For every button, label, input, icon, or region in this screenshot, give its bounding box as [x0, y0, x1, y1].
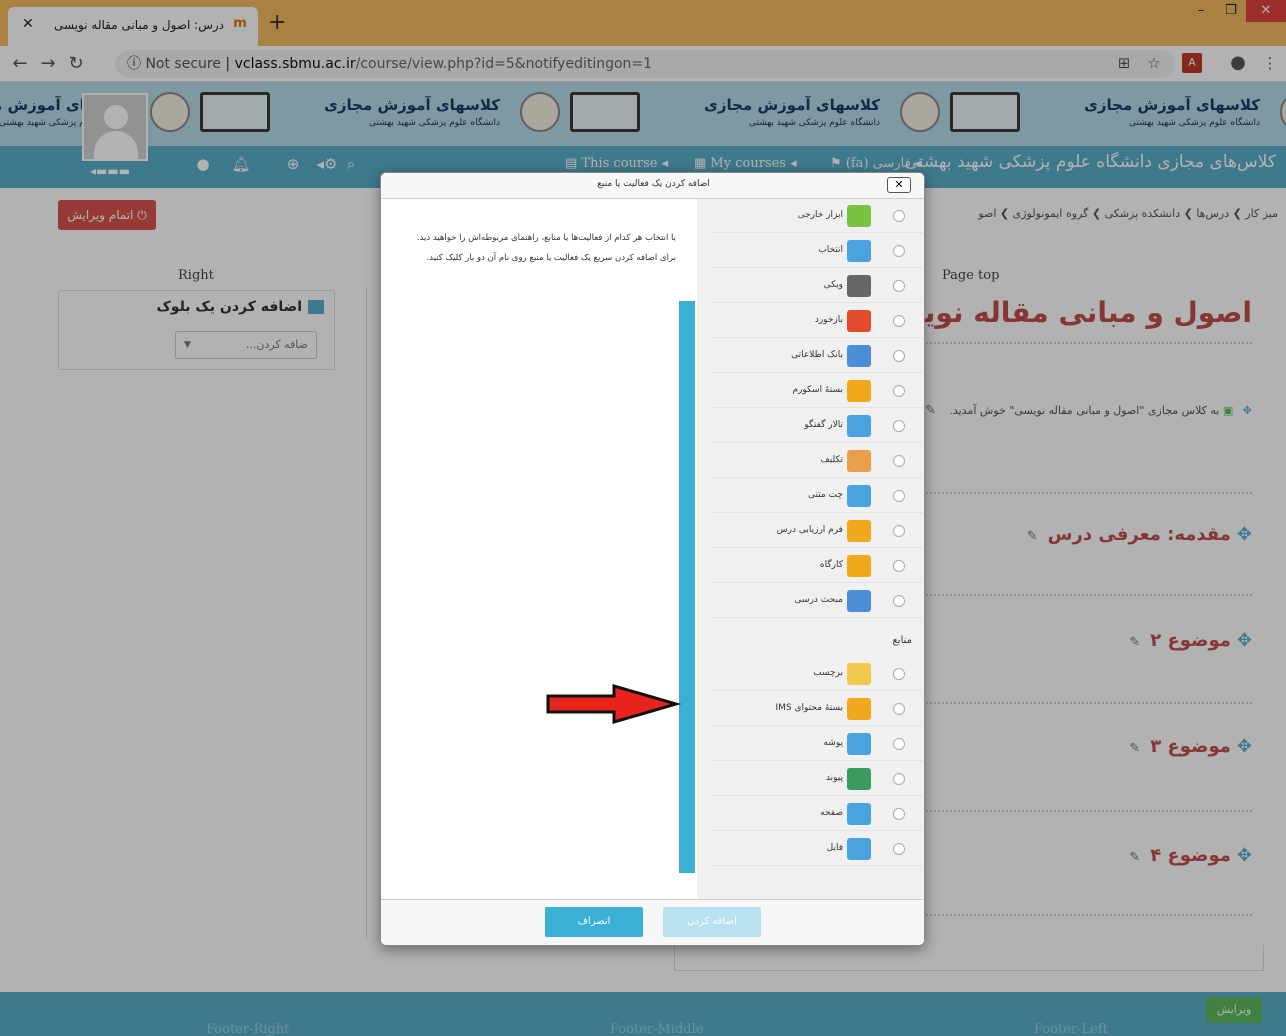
- red-arrow-icon: [546, 684, 682, 724]
- radio-button[interactable]: [893, 420, 905, 432]
- puzzle-icon: [847, 205, 871, 227]
- megaphone-icon: [847, 310, 871, 332]
- dialog-footer: [381, 899, 924, 945]
- ims-package-icon: [847, 698, 871, 720]
- resources-heading: منابع: [892, 635, 912, 646]
- radio-button[interactable]: [893, 560, 905, 572]
- activity-option-label: بستهٔ اسکورم: [792, 385, 843, 395]
- activity-option[interactable]: مبحث درسی: [713, 584, 923, 618]
- url-icon: [847, 768, 871, 790]
- activity-option[interactable]: بستهٔ محتوای IMS: [713, 692, 923, 726]
- activity-option-label: پوشه: [823, 738, 843, 748]
- dialog-title: اضافه کردن یک فعالیت یا منبع: [597, 179, 710, 189]
- activity-option-label: چت متنی: [807, 490, 843, 500]
- activity-option[interactable]: ویکی: [713, 269, 923, 303]
- activity-option[interactable]: بستهٔ اسکورم: [713, 374, 923, 408]
- page-icon: [847, 803, 871, 825]
- question-icon: [847, 240, 871, 262]
- activity-option-label: تکلیف: [820, 455, 844, 465]
- radio-button[interactable]: [893, 490, 905, 502]
- folder-icon: [847, 733, 871, 755]
- activity-option-label: فرم ارزیابی درس: [776, 525, 843, 535]
- scroll-highlight-bar: [679, 301, 695, 873]
- radio-button[interactable]: [893, 595, 905, 607]
- radio-button[interactable]: [893, 455, 905, 467]
- activity-option-label: بستهٔ محتوای IMS: [775, 703, 843, 713]
- activity-option[interactable]: ابزار خارجی: [713, 199, 923, 233]
- activity-option-label: فایل: [826, 843, 843, 853]
- lesson-icon: [847, 590, 871, 612]
- file-icon: [847, 838, 871, 860]
- activity-option[interactable]: انتخاب: [713, 234, 923, 268]
- activity-option-label: کارگاه: [819, 560, 843, 570]
- radio-button[interactable]: [893, 808, 905, 820]
- survey-icon: [847, 520, 871, 542]
- activity-option[interactable]: برچسب: [713, 657, 923, 691]
- activity-option[interactable]: فرم ارزیابی درس: [713, 514, 923, 548]
- activity-option[interactable]: بانک اطلاعاتی: [713, 339, 923, 373]
- add-button[interactable]: اضافه کردن: [663, 907, 761, 937]
- activity-option-label: ابزار خارجی: [797, 210, 843, 220]
- chat-icon: [847, 485, 871, 507]
- activity-option[interactable]: چت متنی: [713, 479, 923, 513]
- activity-option-label: ویکی: [823, 280, 843, 290]
- radio-button[interactable]: [893, 315, 905, 327]
- activity-option[interactable]: پوشه: [713, 727, 923, 761]
- radio-button[interactable]: [893, 525, 905, 537]
- activity-option[interactable]: صفحه: [713, 797, 923, 831]
- cancel-button[interactable]: انصراف: [545, 907, 643, 937]
- package-icon: [847, 380, 871, 402]
- close-icon[interactable]: ✕: [887, 177, 911, 193]
- activity-option-label: بازخورد: [814, 315, 843, 325]
- radio-button[interactable]: [893, 773, 905, 785]
- workshop-icon: [847, 555, 871, 577]
- radio-button[interactable]: [893, 385, 905, 397]
- activity-option[interactable]: فایل: [713, 832, 923, 866]
- activity-option-label: مبحث درسی: [794, 595, 843, 605]
- dialog-help-text: با انتخاب هر کدام از فعالیت‌ها یا منابع،…: [416, 233, 676, 263]
- activity-option[interactable]: بازخورد: [713, 304, 923, 338]
- activity-option[interactable]: کارگاه: [713, 549, 923, 583]
- radio-button[interactable]: [893, 245, 905, 257]
- activity-option-label: برچسب: [813, 668, 843, 678]
- activity-chooser-dialog: اضافه کردن یک فعالیت یا منبع ✕ ابزار خار…: [380, 172, 925, 946]
- radio-button[interactable]: [893, 668, 905, 680]
- label-icon: [847, 663, 871, 685]
- activity-option[interactable]: تالار گفتگو: [713, 409, 923, 443]
- radio-button[interactable]: [893, 703, 905, 715]
- activity-option-label: تالار گفتگو: [804, 420, 843, 430]
- database-icon: [847, 345, 871, 367]
- radio-button[interactable]: [893, 280, 905, 292]
- activity-option[interactable]: تکلیف: [713, 444, 923, 478]
- radio-button[interactable]: [893, 210, 905, 222]
- wiki-icon: [847, 275, 871, 297]
- activity-option-label: انتخاب: [818, 245, 843, 255]
- forum-icon: [847, 415, 871, 437]
- activity-option-label: صفحه: [820, 808, 843, 818]
- radio-button[interactable]: [893, 738, 905, 750]
- activity-option-label: پیوند: [825, 773, 843, 783]
- radio-button[interactable]: [893, 843, 905, 855]
- radio-button[interactable]: [893, 350, 905, 362]
- activity-option-label: بانک اطلاعاتی: [791, 350, 843, 360]
- activity-option[interactable]: پیوند: [713, 762, 923, 796]
- assignment-icon: [847, 450, 871, 472]
- activity-options-list[interactable]: ابزار خارجی انتخاب ویکی بازخورد بانک اطلاعات…: [697, 199, 924, 899]
